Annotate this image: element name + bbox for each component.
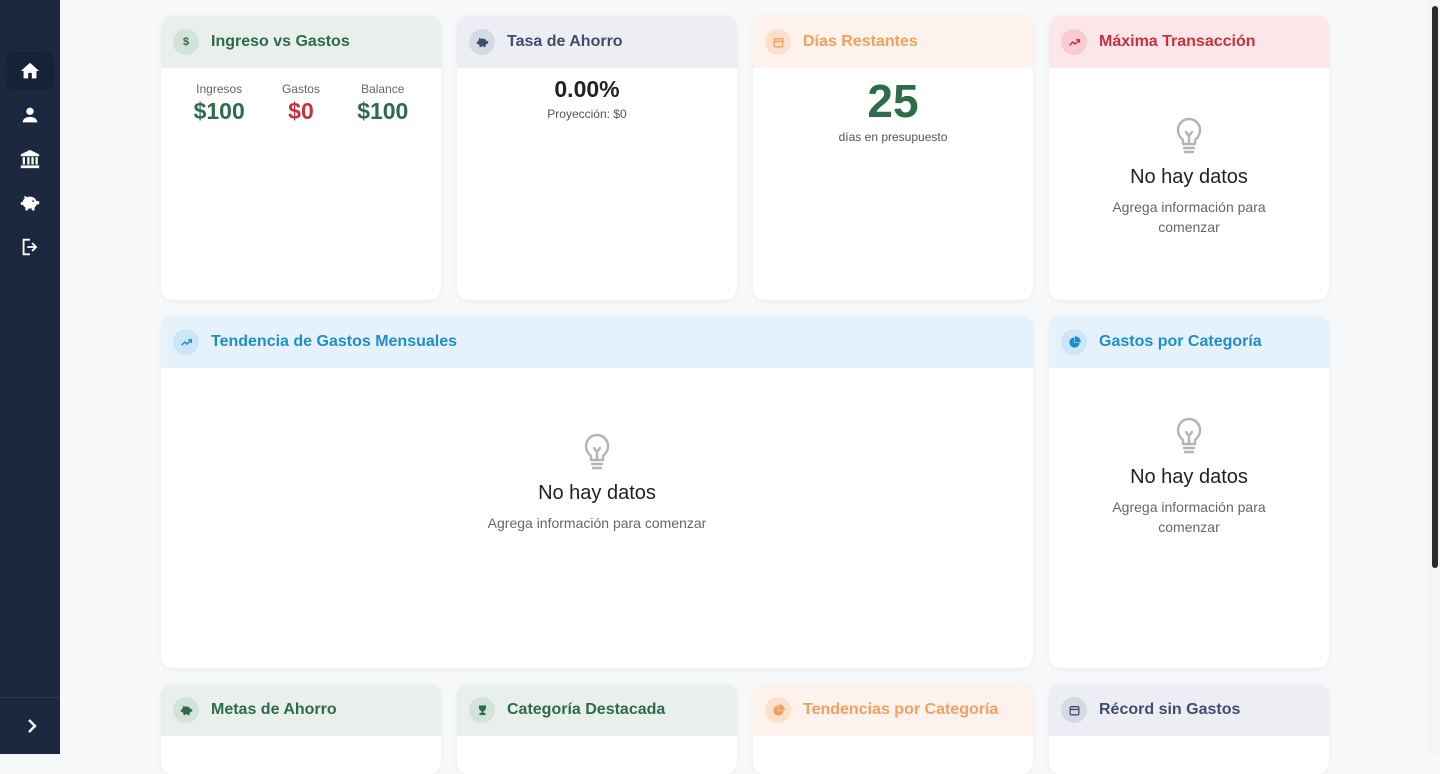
card-title: Tendencias por Categoría bbox=[803, 701, 999, 718]
user-icon bbox=[22, 107, 38, 123]
empty-state: No hay datos Agrega información para com… bbox=[161, 430, 1033, 533]
card-income-vs-expenses: $ Ingreso vs Gastos Ingresos $100 Gastos… bbox=[161, 16, 441, 300]
empty-subtitle: Agrega información para comenzar bbox=[1112, 199, 1266, 235]
logout-icon bbox=[22, 238, 38, 256]
card-header: Tasa de Ahorro bbox=[457, 16, 737, 68]
lightbulb-icon bbox=[1173, 414, 1205, 456]
empty-subtitle: Agrega información para comenzar bbox=[487, 515, 707, 531]
pie-chart-icon bbox=[1061, 329, 1087, 355]
card-header: Máxima Transacción bbox=[1049, 16, 1329, 68]
dollar-icon: $ bbox=[173, 29, 199, 55]
card-title: Récord sin Gastos bbox=[1099, 701, 1241, 718]
piggy-bank-icon bbox=[469, 29, 495, 55]
sidebar-item-home[interactable] bbox=[5, 52, 55, 90]
home-icon bbox=[20, 62, 40, 79]
sidebar-item-logout[interactable] bbox=[5, 228, 55, 266]
stat-balance: Balance $100 bbox=[357, 82, 409, 124]
lightbulb-icon bbox=[1173, 114, 1205, 156]
sidebar-item-profile[interactable] bbox=[5, 96, 55, 134]
empty-title: No hay datos bbox=[538, 482, 656, 504]
lightbulb-icon bbox=[581, 430, 613, 472]
empty-subtitle: Agrega información para comenzar bbox=[1112, 499, 1266, 535]
card-header: Tendencias por Categoría bbox=[753, 684, 1033, 736]
card-no-spend-record: Récord sin Gastos bbox=[1049, 684, 1329, 774]
page-scrollbar[interactable] bbox=[1428, 0, 1440, 754]
card-expenses-by-category: Gastos por Categoría No hay datos Agrega… bbox=[1049, 316, 1329, 668]
card-header: Metas de Ahorro bbox=[161, 684, 441, 736]
bank-icon bbox=[20, 149, 40, 169]
card-days-remaining: Días Restantes 25 días en presupuesto bbox=[753, 16, 1033, 300]
trending-up-icon bbox=[173, 329, 199, 355]
stat-income: Ingresos $100 bbox=[193, 82, 245, 124]
card-savings-rate: Tasa de Ahorro 0.00% Proyección: $0 bbox=[457, 16, 737, 300]
card-title: Tasa de Ahorro bbox=[507, 33, 623, 50]
savings-rate-body: 0.00% Proyección: $0 bbox=[457, 76, 737, 121]
piggy-bank-icon bbox=[20, 195, 40, 211]
calendar-icon bbox=[765, 29, 791, 55]
empty-state: No hay datos Agrega información para com… bbox=[1049, 414, 1329, 537]
card-header: Días Restantes bbox=[753, 16, 1033, 68]
card-title: Tendencia de Gastos Mensuales bbox=[211, 333, 458, 350]
pie-chart-icon bbox=[765, 697, 791, 723]
card-monthly-expense-trend: Tendencia de Gastos Mensuales No hay dat… bbox=[161, 316, 1033, 668]
sidebar-item-savings[interactable] bbox=[5, 184, 55, 222]
card-header: Gastos por Categoría bbox=[1049, 316, 1329, 368]
savings-rate-value: 0.00% bbox=[554, 76, 620, 102]
card-title: Máxima Transacción bbox=[1099, 33, 1256, 50]
card-header: $ Ingreso vs Gastos bbox=[161, 16, 441, 68]
sidebar-item-bank[interactable] bbox=[5, 140, 55, 178]
card-top-category: Categoría Destacada bbox=[457, 684, 737, 774]
savings-projection: Proyección: $0 bbox=[547, 107, 627, 121]
sidebar-expand-button[interactable] bbox=[18, 712, 46, 740]
trending-up-icon bbox=[1061, 29, 1087, 55]
card-title: Ingreso vs Gastos bbox=[211, 33, 350, 50]
empty-title: No hay datos bbox=[1130, 466, 1248, 488]
days-remaining-value: 25 bbox=[867, 75, 919, 127]
card-header: Récord sin Gastos bbox=[1049, 684, 1329, 736]
card-header: Tendencia de Gastos Mensuales bbox=[161, 316, 1033, 368]
scrollbar-thumb[interactable] bbox=[1432, 6, 1438, 568]
empty-title: No hay datos bbox=[1130, 166, 1248, 188]
days-remaining-body: 25 días en presupuesto bbox=[753, 74, 1033, 144]
days-remaining-note: días en presupuesto bbox=[838, 130, 948, 144]
stat-expenses: Gastos $0 bbox=[281, 82, 320, 124]
calendar-icon bbox=[1061, 697, 1087, 723]
piggy-bank-icon bbox=[173, 697, 199, 723]
empty-state: No hay datos Agrega información para com… bbox=[1049, 114, 1329, 237]
card-category-trends: Tendencias por Categoría bbox=[753, 684, 1033, 774]
card-savings-goals: Metas de Ahorro bbox=[161, 684, 441, 774]
card-title: Metas de Ahorro bbox=[211, 701, 337, 718]
card-header: Categoría Destacada bbox=[457, 684, 737, 736]
sidebar-divider bbox=[0, 697, 60, 698]
card-title: Gastos por Categoría bbox=[1099, 333, 1262, 350]
card-title: Categoría Destacada bbox=[507, 701, 666, 718]
sidebar bbox=[0, 0, 60, 754]
income-expense-stats: Ingresos $100 Gastos $0 Balance $100 bbox=[161, 68, 441, 125]
chevron-right-icon bbox=[28, 719, 37, 733]
card-title: Días Restantes bbox=[803, 33, 918, 50]
card-max-transaction: Máxima Transacción No hay datos Agrega i… bbox=[1049, 16, 1329, 300]
trophy-icon bbox=[469, 697, 495, 723]
